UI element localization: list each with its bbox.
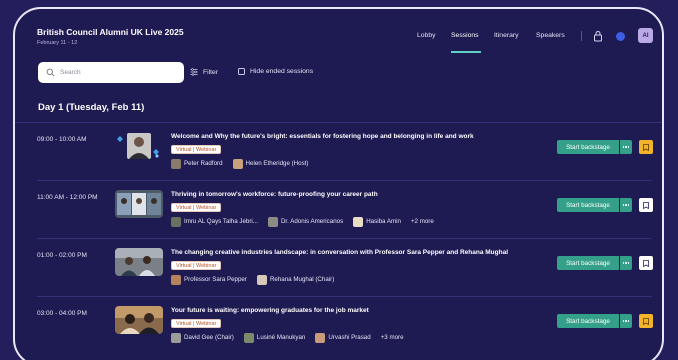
speaker-avatar (171, 216, 181, 227)
bookmark-button[interactable] (639, 140, 653, 154)
hide-ended-toggle[interactable]: Hide ended sessions (238, 68, 313, 75)
active-nav-indicator (451, 51, 481, 53)
session-format-tag: Virtual | Webinar (171, 203, 222, 212)
session-thumbnail (115, 248, 163, 276)
speaker[interactable]: Rehana Mughal (Chair) (256, 274, 335, 285)
start-backstage-button[interactable]: Start backstage (557, 198, 619, 212)
speaker-avatar (232, 158, 243, 169)
speaker[interactable]: Lusiné Manukyan (243, 332, 306, 343)
session-title[interactable]: Your future is waiting: empowering gradu… (171, 307, 369, 314)
main-nav: Lobby Sessions Itinerary Speakers (15, 32, 662, 46)
nav-speakers[interactable]: Speakers (536, 32, 565, 39)
session-thumbnail (117, 133, 159, 159)
speaker-name: Professor Sara Pepper (184, 276, 247, 283)
speaker[interactable]: David Gee (Chair) (171, 332, 234, 343)
speaker-list: Peter Radford Helen Etheridge (Host) (171, 158, 318, 169)
speaker-list: Imru AL Qays Talha Jebri... Dr. Adonis A… (171, 216, 434, 227)
speaker-avatar (315, 332, 326, 343)
speaker[interactable]: Hasiba Amin (353, 216, 401, 227)
nav-lobby[interactable]: Lobby (417, 32, 436, 39)
more-options-button[interactable] (620, 256, 632, 270)
speaker[interactable]: Urvashi Prasad (315, 332, 371, 343)
search-input[interactable] (60, 65, 178, 80)
lock-icon[interactable] (593, 30, 603, 42)
session-format-tag: Virtual | Webinar (171, 319, 222, 328)
search-icon (46, 68, 55, 77)
language-icon[interactable] (616, 32, 625, 41)
nav-divider (581, 31, 582, 41)
speaker[interactable]: Imru AL Qays Talha Jebri... (171, 216, 258, 227)
nav-itinerary[interactable]: Itinerary (494, 32, 519, 39)
bookmark-icon (643, 143, 649, 151)
top-bar: British Council Alumni UK Live 2025 Febr… (15, 9, 662, 59)
bookmark-icon (643, 259, 649, 267)
session-format-tag: Virtual | Webinar (171, 145, 222, 154)
session-thumbnail (115, 190, 163, 218)
session-title[interactable]: Thriving in tomorrow's workforce: future… (171, 191, 378, 198)
speaker-avatar (256, 274, 267, 285)
hide-ended-checkbox[interactable] (238, 68, 245, 75)
speaker-name: Urvashi Prasad (328, 334, 371, 341)
user-avatar[interactable]: AI (638, 28, 653, 43)
start-backstage-button[interactable]: Start backstage (557, 256, 619, 270)
session-thumbnail (115, 306, 163, 334)
filter-label: Filter (203, 68, 219, 76)
speaker-avatar (171, 158, 181, 169)
filter-button[interactable]: Filter (190, 68, 218, 76)
app-frame: British Council Alumni UK Live 2025 Febr… (13, 7, 664, 360)
bookmark-icon (643, 201, 649, 209)
speaker-name: Hasiba Amin (366, 218, 401, 225)
more-speakers-link[interactable]: +2 more (411, 218, 434, 225)
filter-icon (190, 68, 198, 76)
bookmark-button[interactable] (639, 314, 653, 328)
start-backstage-button[interactable]: Start backstage (557, 140, 619, 154)
bookmark-button[interactable] (639, 198, 653, 212)
session-title[interactable]: The changing creative industries landsca… (171, 249, 508, 256)
speaker-name: David Gee (Chair) (184, 334, 234, 341)
speaker[interactable]: Dr. Adonis Americanos (267, 216, 344, 227)
session-time: 01:00 - 02:00 PM (37, 252, 87, 259)
bookmark-button[interactable] (639, 256, 653, 270)
speaker-name: Peter Radford (184, 160, 223, 167)
speaker-name: Lusiné Manukyan (256, 334, 306, 341)
speaker-name: Imru AL Qays Talha Jebri... (184, 218, 258, 225)
session-row[interactable]: 09:00 - 10:00 AM Welcome and Why the fut… (15, 123, 662, 181)
nav-sessions[interactable]: Sessions (451, 32, 479, 39)
hide-ended-label: Hide ended sessions (250, 68, 314, 75)
speaker-list: Professor Sara Pepper Rehana Mughal (Cha… (171, 274, 344, 285)
session-time: 11:00 AM - 12:00 PM (37, 194, 98, 201)
session-time: 09:00 - 10:00 AM (37, 136, 87, 143)
speaker[interactable]: Peter Radford (171, 158, 223, 169)
speaker-avatar (171, 274, 181, 285)
speaker-avatar (353, 216, 364, 227)
search-box[interactable] (38, 62, 184, 83)
day-heading: Day 1 (Tuesday, Feb 11) (38, 102, 145, 113)
session-format-tag: Virtual | Webinar (171, 261, 222, 270)
session-row[interactable]: 11:00 AM - 12:00 PM Thriving in tomorrow… (15, 181, 662, 239)
session-row[interactable]: 03:00 - 04:00 PM Your future is waiting:… (15, 297, 662, 355)
speaker[interactable]: Professor Sara Pepper (171, 274, 247, 285)
more-speakers-link[interactable]: +3 more (381, 334, 404, 341)
more-options-button[interactable] (620, 314, 632, 328)
speaker-name: Rehana Mughal (Chair) (269, 276, 335, 283)
speaker[interactable]: Helen Etheridge (Host) (232, 158, 309, 169)
speaker-name: Helen Etheridge (Host) (245, 160, 309, 167)
speaker-avatar (171, 332, 181, 343)
speaker-avatar (243, 332, 254, 343)
more-options-button[interactable] (620, 198, 632, 212)
more-options-button[interactable] (620, 140, 632, 154)
speaker-avatar (267, 216, 278, 227)
bookmark-icon (643, 317, 649, 325)
session-time: 03:00 - 04:00 PM (37, 310, 87, 317)
start-backstage-button[interactable]: Start backstage (557, 314, 619, 328)
speaker-list: David Gee (Chair) Lusiné Manukyan Urvash… (171, 332, 404, 343)
session-title[interactable]: Welcome and Why the future's bright: ess… (171, 133, 474, 140)
session-row[interactable]: 01:00 - 02:00 PM The changing creative i… (15, 239, 662, 297)
speaker-name: Dr. Adonis Americanos (280, 218, 344, 225)
